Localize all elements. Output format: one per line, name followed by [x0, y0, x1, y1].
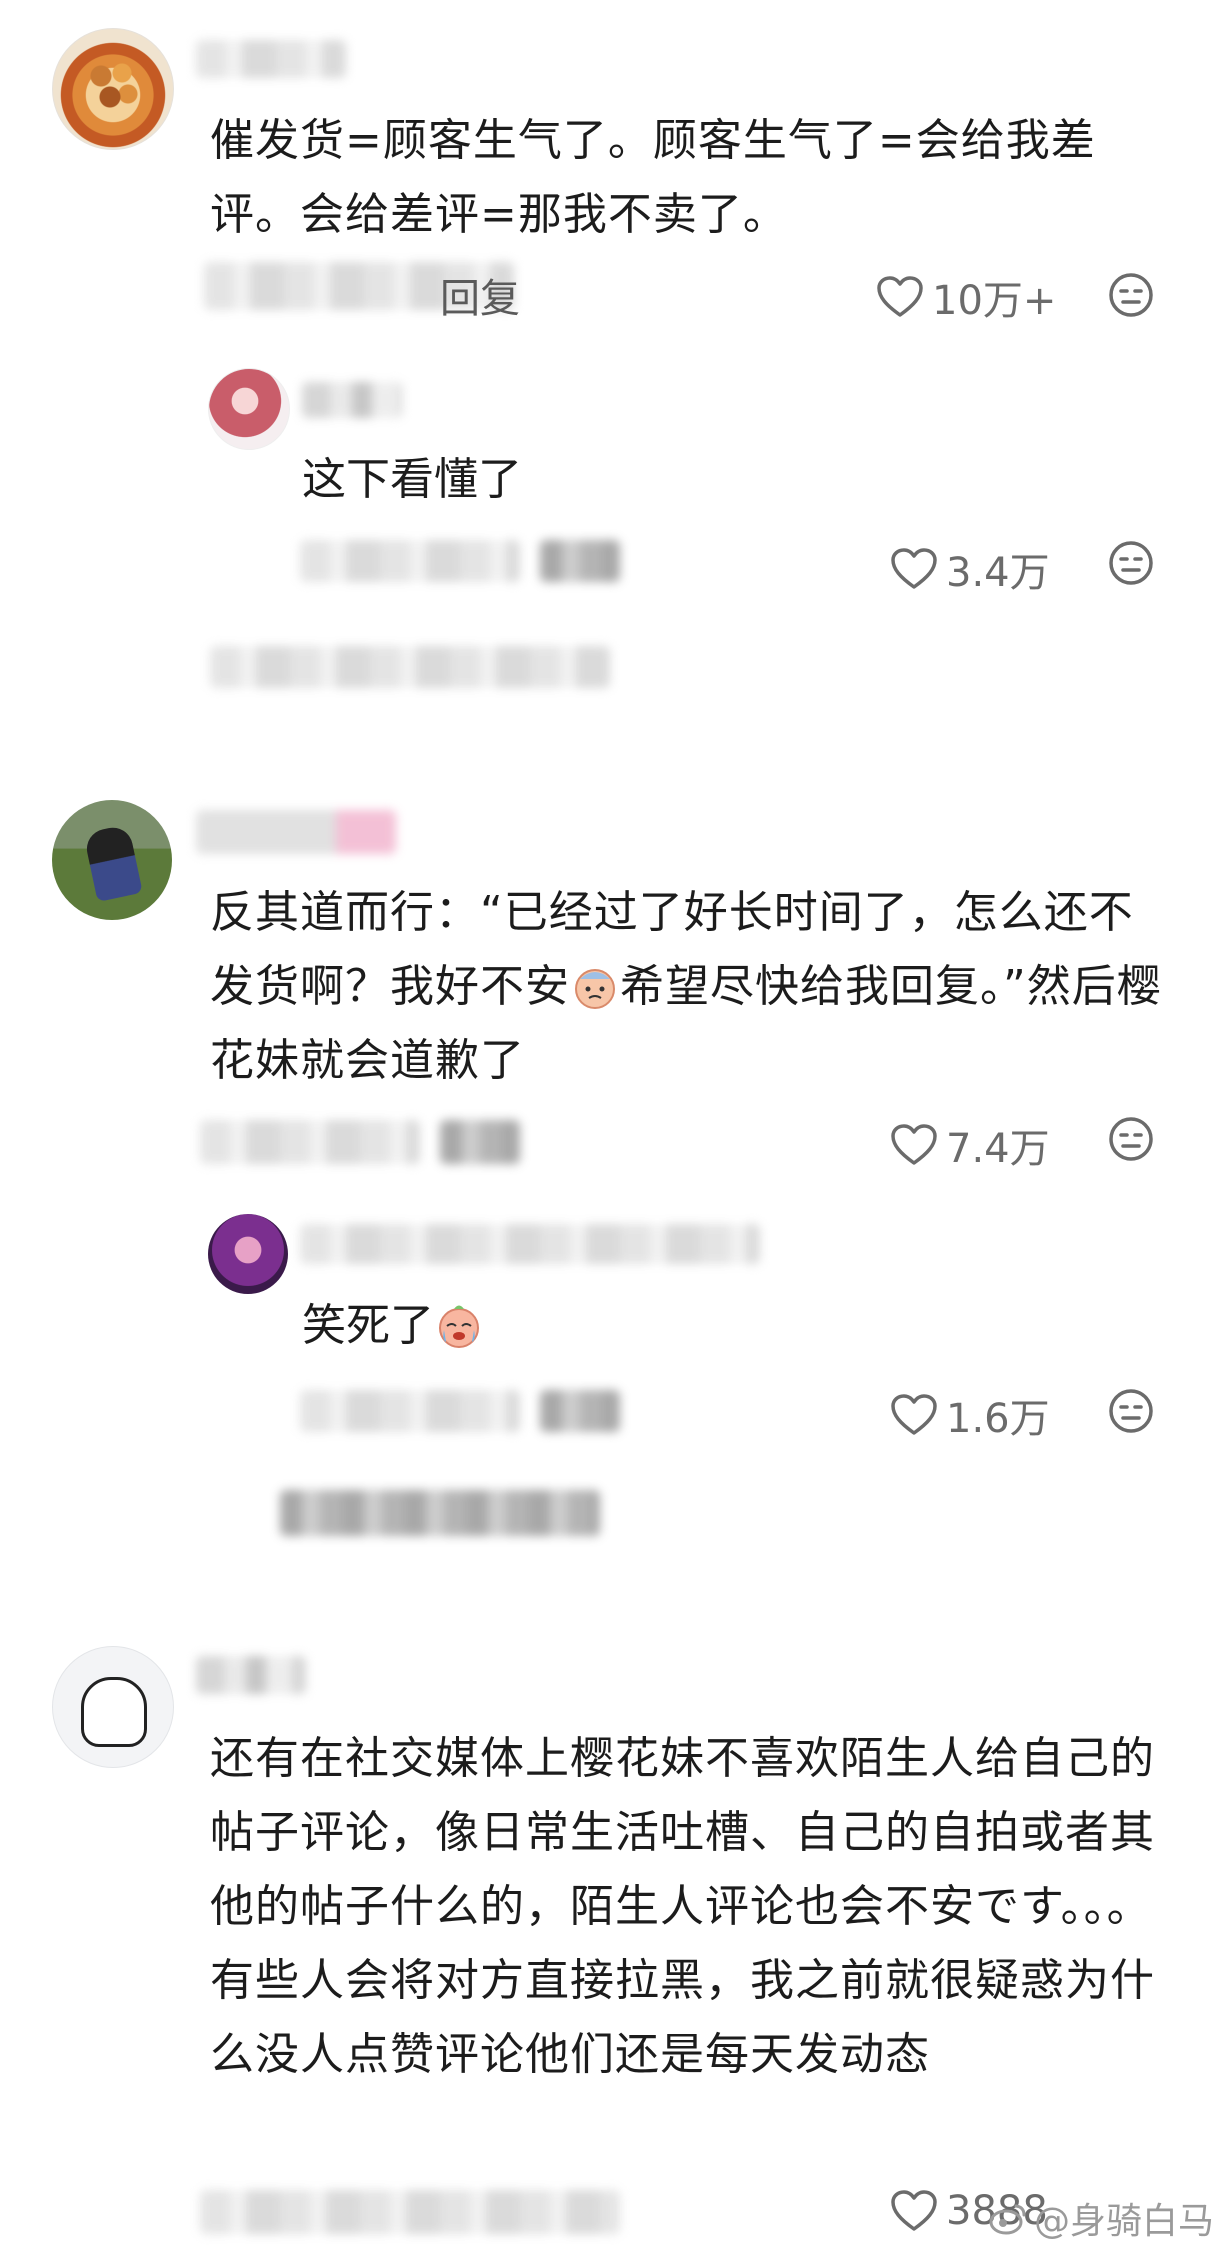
comment-text: 催发货=顾客生气了。顾客生气了=会给我差评。会给差评=那我不卖了。 [210, 115, 1096, 240]
expand-replies-redacted[interactable] [280, 1490, 600, 1536]
reply-username-redacted[interactable] [300, 1224, 760, 1264]
reply-meta-redacted [300, 1390, 520, 1432]
avatar[interactable] [52, 800, 172, 920]
heart-icon [891, 1394, 937, 1435]
comment-text: 反其道而行：“已经过了好长时间了，怎么还不发货啊？我好不安 希望尽快给我回复。”然… [210, 876, 1170, 1098]
reply-avatar[interactable] [208, 368, 290, 450]
reply-meta-redacted-2 [540, 1390, 620, 1432]
reply-meta-redacted [300, 540, 520, 582]
username-redacted[interactable] [196, 1656, 306, 1694]
like-button[interactable]: 7.4万 [890, 1116, 1050, 1174]
reply-text: 这下看懂了 [302, 454, 522, 505]
username-redacted[interactable] [196, 40, 346, 78]
anxious-face-emoji-icon [575, 969, 615, 1009]
reply-like-button[interactable]: 1.6万 [890, 1386, 1050, 1444]
reply-button[interactable]: 回复 [440, 266, 520, 324]
like-count: 10万+ [932, 278, 1057, 324]
dislike-face-icon[interactable] [1108, 272, 1154, 318]
comment-meta-redacted-2 [440, 1120, 520, 1164]
heart-icon [877, 276, 923, 317]
comment-meta-redacted [200, 2190, 620, 2234]
watermark: @身骑白马 [988, 2192, 1214, 2244]
weibo-logo-icon [989, 2204, 1026, 2235]
dislike-face-icon[interactable] [1108, 1388, 1154, 1434]
reply-text: 笑死了 [302, 1296, 484, 1356]
reply-like-button[interactable]: 3.4万 [890, 540, 1050, 598]
comment-text: 还有在社交媒体上樱花妹不喜欢陌生人给自己的帖子评论，像日常生活吐槽、自己的自拍或… [210, 1733, 1155, 2080]
avatar[interactable] [52, 1646, 174, 1768]
like-count: 7.4万 [946, 1126, 1050, 1172]
heart-icon [891, 2190, 937, 2231]
expand-replies-redacted[interactable] [210, 646, 610, 688]
heart-icon [891, 548, 937, 589]
watermark-text: @身骑白马 [1033, 2201, 1214, 2242]
reply-avatar[interactable] [208, 1214, 288, 1294]
heart-icon [891, 1124, 937, 1165]
like-count: 3.4万 [946, 550, 1050, 596]
laughing-crying-emoji-icon [439, 1305, 479, 1348]
reply-username-redacted[interactable] [302, 382, 402, 418]
dislike-face-icon[interactable] [1108, 1116, 1154, 1162]
reply-meta-redacted-2 [540, 540, 620, 582]
reply-text-content: 笑死了 [302, 1300, 434, 1351]
dislike-face-icon[interactable] [1108, 540, 1154, 586]
like-count: 1.6万 [946, 1396, 1050, 1442]
comment-meta-redacted [200, 1120, 420, 1164]
like-button[interactable]: 10万+ [876, 268, 1056, 326]
username-redacted[interactable] [196, 810, 396, 854]
avatar[interactable] [52, 28, 174, 150]
